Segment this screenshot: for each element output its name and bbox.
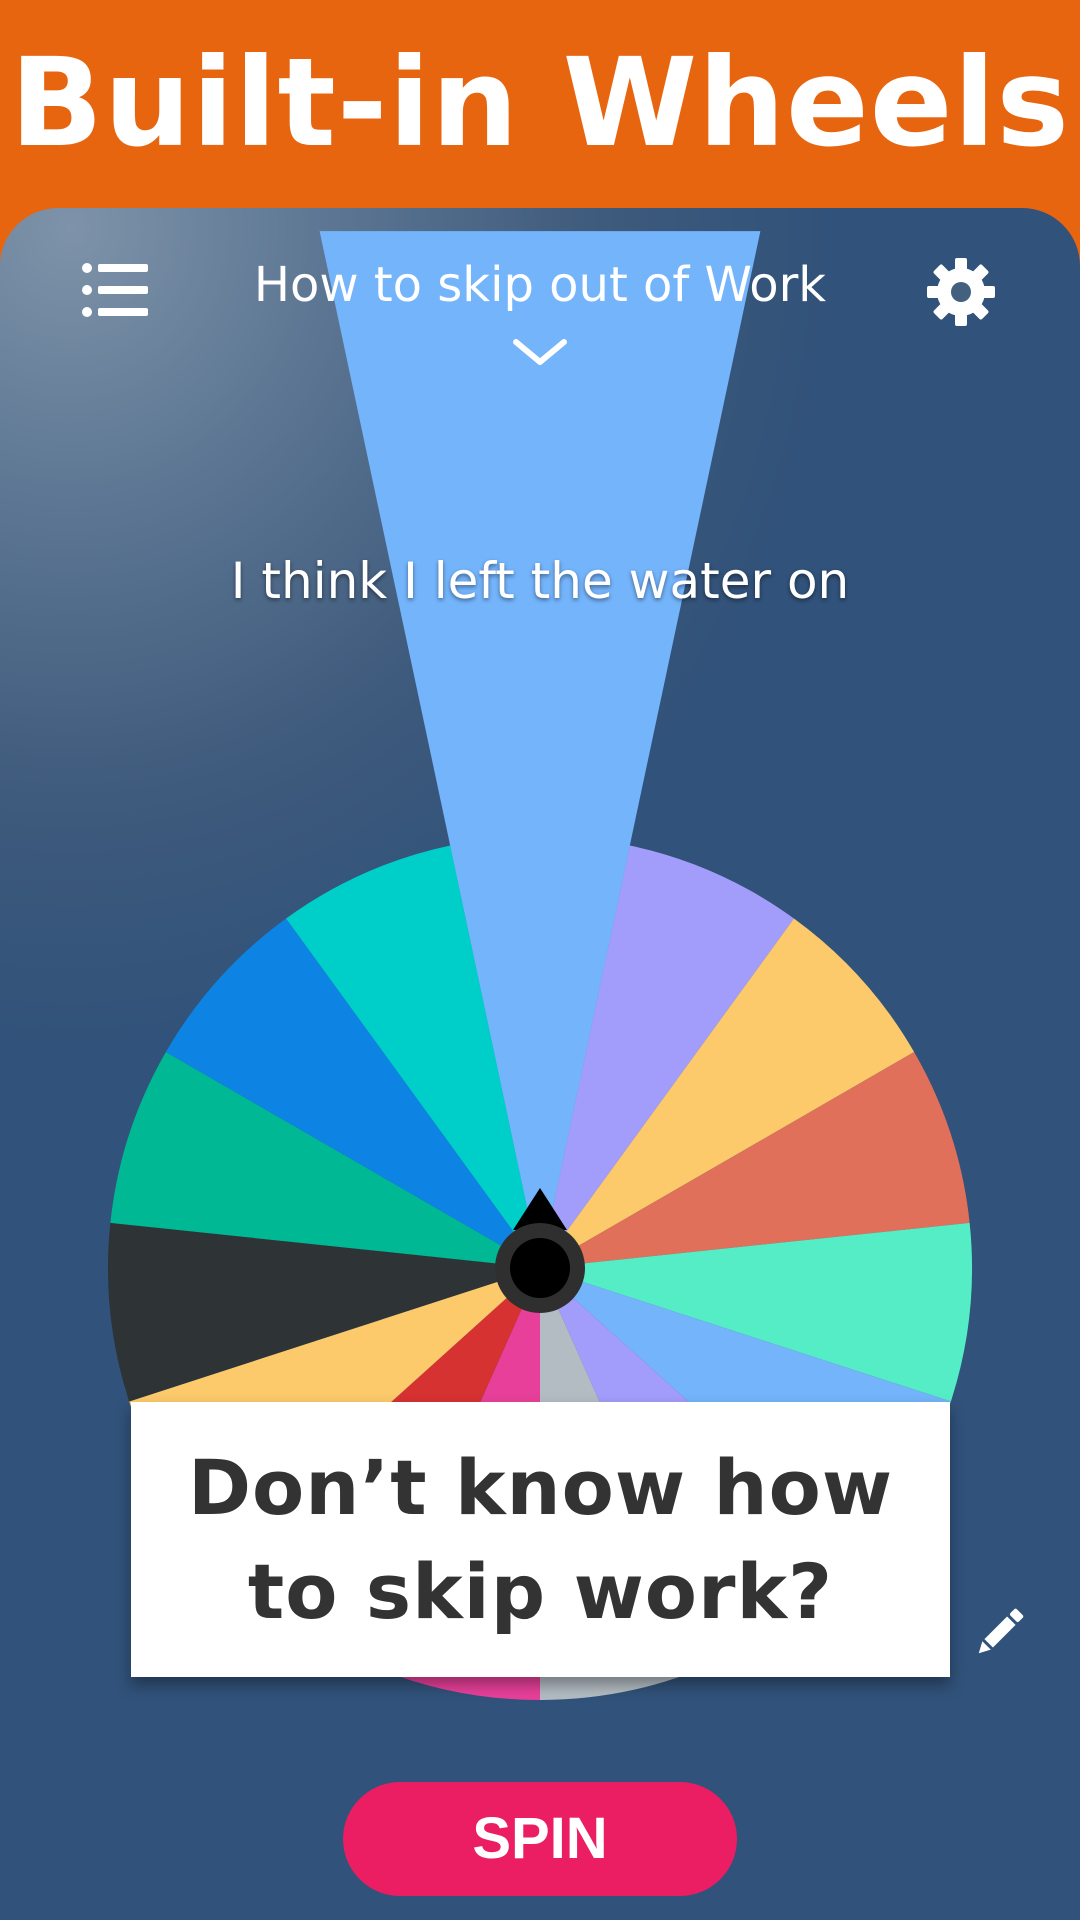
caption-text: Don’t know how to skip work? (187, 1442, 894, 1636)
banner-title: Built-in Wheels (10, 32, 1070, 174)
promo-banner: Built-in Wheels (0, 0, 1080, 240)
app-screen: How to skip out of Work I think I left t… (0, 208, 1080, 1920)
gear-icon[interactable] (925, 256, 997, 328)
spin-button[interactable]: SPIN (343, 1782, 737, 1896)
spin-result-text: I think I left the water on (230, 552, 850, 610)
caption-card: Don’t know how to skip work? (131, 1402, 950, 1677)
wheel-title[interactable]: How to skip out of Work (180, 250, 900, 320)
pencil-icon[interactable] (968, 1600, 1032, 1664)
chevron-down-icon[interactable] (510, 334, 570, 370)
list-menu-icon[interactable] (82, 260, 152, 320)
